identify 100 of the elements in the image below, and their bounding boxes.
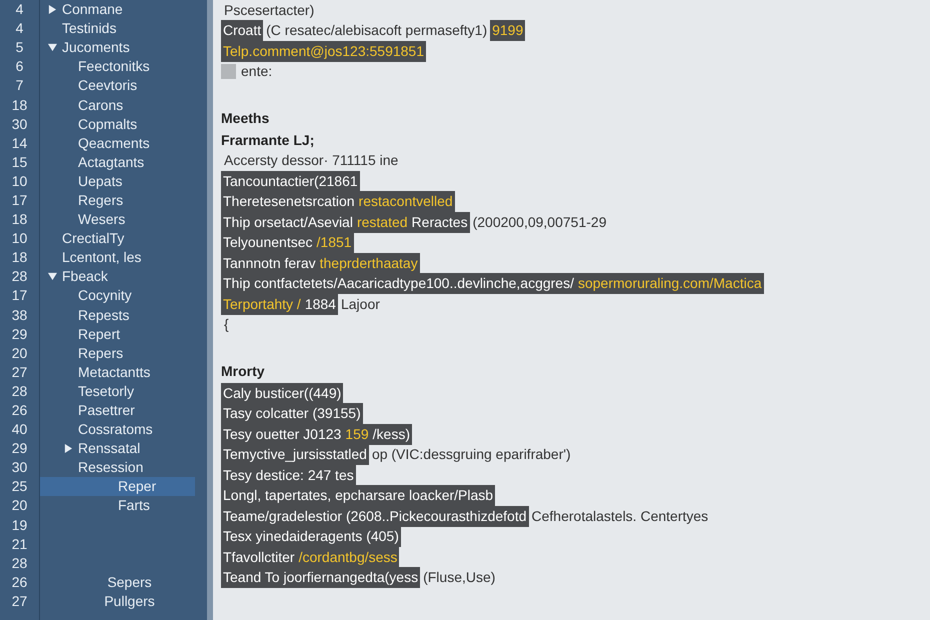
tree-item[interactable]: Lcentont, les (40, 248, 195, 268)
code-text: Tesx yinedaideragents (405) (221, 526, 401, 548)
line-number: 4 (14, 0, 24, 20)
tree-item[interactable]: Pasettrer (40, 400, 195, 420)
section-heading: Meeths (221, 108, 270, 128)
tree-item[interactable]: Metactantts (40, 362, 195, 382)
tree-item[interactable]: Resession (40, 458, 195, 478)
tree-item[interactable]: Renssatal (40, 439, 195, 458)
tree-item[interactable]: Reper (40, 477, 195, 496)
tree-item[interactable]: Sepers (40, 572, 207, 592)
caret-down-icon[interactable] (48, 43, 57, 52)
line-number: 28 (10, 267, 28, 286)
code-text: Tfavollctiter (221, 546, 297, 568)
line-number: 7 (14, 76, 24, 96)
code-text: /1851 (314, 232, 354, 254)
tree-item[interactable]: Cocynity (40, 286, 195, 306)
code-text: (C resatec/alebisacoft permasefty1) (265, 21, 488, 40)
code-text: (200200,09,00751-29 (472, 212, 608, 232)
tree-item[interactable]: Cossratoms (40, 420, 195, 440)
code-text: Teame/gradelestior (2608..Pickecourasthizdefotd (221, 506, 529, 527)
code-text: Teand To joorfiernangedta(yess (221, 567, 420, 588)
tree-item[interactable]: Regers (40, 190, 195, 210)
tree-item[interactable]: Conmane (40, 0, 195, 20)
code-text: Reractes (410, 212, 470, 233)
line-number: 18 (10, 96, 28, 115)
code-text: Longl, tapertates, epcharsare loacker/Plasb (221, 485, 496, 506)
line-number: 4 (14, 19, 24, 38)
code-text: Tancountactier(21861 (221, 170, 360, 192)
code-text: Lajoor (340, 294, 381, 314)
tree-item[interactable]: Feectonitks (40, 57, 195, 76)
line-number: 6 (14, 57, 24, 76)
tree-item[interactable]: Jucoments (40, 38, 195, 58)
line-number: 17 (10, 286, 28, 306)
line-number: 28 (10, 554, 28, 573)
line-number: 5 (14, 38, 24, 58)
code-text: Tesy ouetter J0123 (221, 424, 344, 445)
line-number: 30 (10, 114, 28, 134)
line-number: 18 (10, 248, 28, 268)
code-text: Thip orsetact/Asevial (221, 212, 355, 233)
line-number: 10 (10, 229, 28, 248)
tree-item[interactable]: Copmalts (40, 114, 195, 134)
code-text: Tasy colcatter (39155) (221, 403, 363, 424)
line-number: 27 (10, 592, 28, 611)
code-text: ente: (240, 62, 274, 82)
tree-item[interactable]: Repert (40, 324, 195, 344)
tree-item[interactable]: Farts (40, 496, 195, 516)
tree-item[interactable]: Repers (40, 344, 195, 363)
code-text: /kess) (370, 424, 412, 445)
code-text: (Fluse,Use) (422, 568, 496, 588)
section-heading: Mrorty (221, 362, 266, 381)
line-number: 25 (10, 477, 28, 496)
tree-item[interactable]: Uepats (40, 172, 195, 191)
tree-item[interactable]: Wesers (40, 210, 195, 230)
line-number: 14 (10, 134, 28, 153)
code-text: restacontvelled (356, 191, 455, 212)
line-number: 30 (10, 458, 28, 478)
code-text: Terportahty / (221, 294, 303, 315)
line-number: 27 (10, 362, 28, 382)
caret-right-icon[interactable] (48, 5, 57, 14)
code-text: Croatt (221, 20, 264, 42)
code-text: 1884 (302, 294, 338, 315)
code-text: 159 (343, 424, 371, 445)
line-number: 17 (10, 190, 28, 210)
code-text: 9199 (490, 20, 526, 42)
line-number: 28 (10, 382, 28, 401)
line-number: 19 (10, 516, 28, 535)
code-text: Accersty dessor· 711115 ine (223, 151, 400, 170)
code-text: Temyctive_jursisstatled (221, 444, 369, 466)
line-number: 38 (10, 306, 28, 325)
caret-right-icon[interactable] (64, 444, 73, 454)
code-text: Thip contfactetets/Aacaricadtype100..devlinche,acggres/ (221, 273, 576, 294)
code-text: Frarmante LJ; (221, 130, 314, 150)
code-text: op (VIC:dessgruing eparifraber') (370, 445, 572, 464)
tree-item[interactable]: Qeacments (40, 134, 195, 153)
code-text: { (223, 315, 230, 334)
tree-item[interactable]: Testinids (40, 19, 195, 38)
caret-down-icon[interactable] (48, 272, 57, 282)
line-number: 18 (10, 210, 28, 230)
code-text: Pscesertacter) (223, 0, 316, 20)
code-text: Tesy destice: 247 tes (221, 464, 356, 486)
tree-item[interactable]: Actagtants (40, 152, 195, 172)
tree-item[interactable]: Tesetorly (40, 382, 195, 401)
line-number: 40 (10, 420, 28, 440)
line-number: 15 (10, 152, 28, 172)
tree-item[interactable]: Repests (40, 306, 195, 325)
tree-item[interactable]: CrectialTy (40, 229, 195, 248)
code-text: Cefherotalastels. Centertyes (530, 506, 710, 526)
tree-item[interactable]: Fbeack (40, 267, 195, 286)
line-number: 20 (10, 496, 28, 516)
code-text: restated (354, 212, 410, 233)
line-number: 29 (10, 439, 28, 458)
tree-item[interactable]: Ceevtoris (40, 76, 195, 96)
code-text: Caly busticer((449) (221, 382, 344, 404)
line-number: 29 (10, 324, 28, 344)
tree-item[interactable]: Pullgers (40, 592, 207, 612)
code-text: Telyounentsec (221, 232, 315, 254)
line-number: 20 (10, 344, 28, 363)
line-number: 10 (10, 172, 28, 191)
code-text: Telp.comment@jos123:5591851 (221, 40, 426, 62)
tree-item[interactable]: Carons (40, 95, 195, 115)
